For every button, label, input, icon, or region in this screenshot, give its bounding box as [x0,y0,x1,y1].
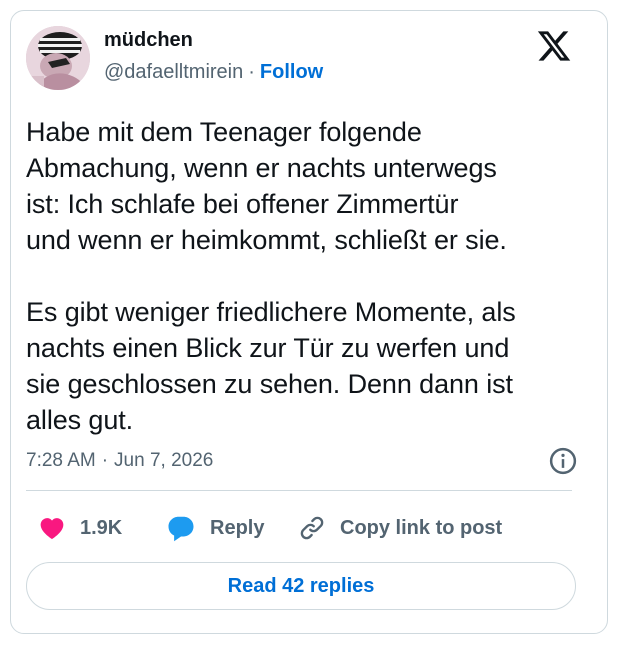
heart-icon [40,518,64,540]
tweet-time[interactable]: 7:28 AM [26,450,96,471]
avatar-image [26,26,90,90]
link-icon [300,516,324,540]
reply-label: Reply [210,516,265,539]
author-name[interactable]: müdchen [104,28,193,52]
date-separator: · [101,450,109,471]
x-logo-icon[interactable] [536,28,572,64]
reply-bubble-icon [168,516,194,542]
tweet-date[interactable]: Jun 7, 2026 [114,450,213,471]
like-count: 1.9K [80,516,123,539]
author-handle[interactable]: @dafaelltmirein [104,61,243,83]
copy-link-button[interactable]: Copy link to post [298,506,502,550]
read-replies-button[interactable]: Read 42 replies [26,562,576,610]
copy-link-label: Copy link to post [340,516,503,539]
tweet-text: Habe mit dem Teenager folgende Abmachung… [26,117,516,435]
follow-button[interactable]: Follow [260,61,323,83]
handle-separator: · [248,61,255,83]
author-handle-row: @dafaelltmirein · Follow [104,60,323,84]
tweet-meta: 7:28 AM · Jun 7, 2026 [26,444,578,478]
info-icon[interactable] [548,446,578,476]
reply-button[interactable]: Reply [166,506,264,550]
like-button[interactable]: 1.9K [38,506,122,550]
action-bar: 1.9K Reply Copy link to post [26,506,578,550]
divider [26,490,572,491]
avatar[interactable] [26,26,90,90]
